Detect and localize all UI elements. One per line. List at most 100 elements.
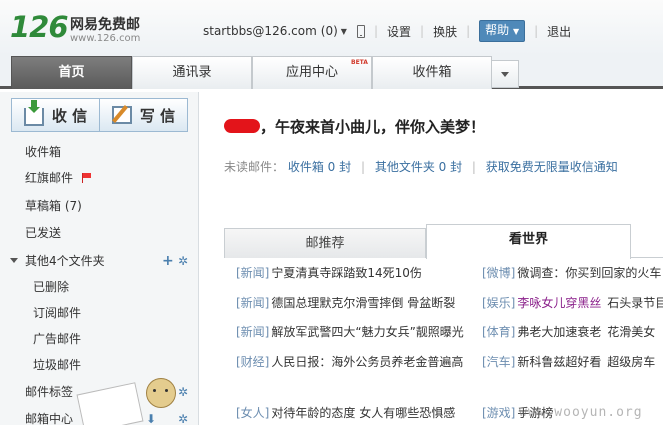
divider: | xyxy=(471,160,476,174)
news-title[interactable]: 解放军武警四大“魅力女兵”靓照曝光 xyxy=(271,325,463,339)
logout-link[interactable]: 退出 xyxy=(547,23,571,40)
news-link[interactable]: [微博] 微调查：你买到回家的火车 xyxy=(482,264,661,281)
news-link[interactable]: [娱乐] 李咏女儿穿黑丝 石头录节目 xyxy=(482,294,663,311)
sidebar-item-flagged[interactable]: 红旗邮件 xyxy=(0,165,199,191)
chevron-down-icon xyxy=(501,72,509,77)
user-count[interactable]: (0) xyxy=(321,24,338,38)
sidebar-item-ads[interactable]: 广告邮件 xyxy=(0,326,199,352)
tab-home[interactable]: 首页 xyxy=(11,56,132,89)
sidebar-item-deleted[interactable]: 已删除 xyxy=(0,274,199,300)
help-label: 帮助 xyxy=(485,23,510,37)
phone-icon[interactable] xyxy=(356,24,365,38)
sidebar-item-subscriptions[interactable]: 订阅邮件 xyxy=(0,300,199,326)
tab-recommend-label: 邮推荐 xyxy=(305,236,345,251)
receive-label: 收 信 xyxy=(51,106,88,125)
divider: | xyxy=(373,24,378,38)
sidebar-item-drafts[interactable]: 草稿箱 (7) xyxy=(0,193,199,219)
news-category[interactable]: [汽车] xyxy=(482,355,515,369)
news-title[interactable]: 弗老大加速衰老 xyxy=(517,325,601,339)
folder-label: 邮件标签 xyxy=(25,385,74,399)
tab-app-center[interactable]: 应用中心 BETA xyxy=(252,56,372,89)
news-title[interactable]: 石头录节目 xyxy=(607,296,663,310)
tab-app-center-label: 应用中心 xyxy=(285,65,338,80)
top-header: 126 网易免费邮 www.126.com startbbs@126.com (… xyxy=(0,0,663,56)
sidebar-item-inbox[interactable]: 收件箱 xyxy=(0,139,199,165)
divider: | xyxy=(360,160,365,174)
list-item: [新闻] 解放军武警四大“魅力女兵”靓照曝光 [体育] 弗老大加速衰老 花滑美女 xyxy=(224,323,663,343)
list-item: [新闻] 宁夏清真寺踩踏致14死10伤 [微博] 微调查：你买到回家的火车 xyxy=(224,264,663,284)
news-title[interactable]: 微调查：你买到回家的火车 xyxy=(517,266,661,280)
sidebar-item-other-folders[interactable]: 其他4个文件夹 + ✲ xyxy=(0,248,199,274)
list-item: [财经] 人民日报：海外公务员养老金普遍高 [汽车] 新科鲁兹超好看 超级房车 xyxy=(224,353,663,373)
chevron-down-icon: ▼ xyxy=(512,27,520,36)
tab-contacts[interactable]: 通讯录 xyxy=(132,56,252,89)
compose-row: 收 信 写 信 xyxy=(11,98,188,132)
tab-contacts-label: 通讯录 xyxy=(172,65,212,80)
tab-more-button[interactable] xyxy=(491,60,519,88)
folder-label: 邮箱中心 xyxy=(25,412,74,425)
news-category[interactable]: [新闻] xyxy=(236,266,269,280)
news-title[interactable]: 宁夏清真寺踩踏致14死10伤 xyxy=(271,266,422,280)
divider: | xyxy=(420,24,425,38)
sidebar: 收 信 写 信 收件箱 红旗邮件 草稿箱 (7) 已发送 其他4个文件夹 + ✲ 已… xyxy=(0,92,199,425)
news-link[interactable]: [新闻] 解放军武警四大“魅力女兵”靓照曝光 xyxy=(236,323,464,340)
news-title[interactable]: 超级房车 xyxy=(607,355,655,369)
tab-world[interactable]: 看世界 xyxy=(426,224,631,259)
folder-label: 订阅邮件 xyxy=(33,306,82,320)
mascot-illustration xyxy=(72,372,194,425)
news-title[interactable]: 对待年龄的态度 女人有哪些恐惧感 xyxy=(271,406,455,420)
news-title[interactable]: 新科鲁兹超好看 xyxy=(517,355,601,369)
tab-world-label: 看世界 xyxy=(508,232,548,247)
news-link[interactable]: [新闻] 宁夏清真寺踩踏致14死10伤 xyxy=(236,264,422,281)
news-category[interactable]: [游戏] xyxy=(482,406,515,420)
news-link[interactable]: [财经] 人民日报：海外公务员养老金普遍高 xyxy=(236,353,463,370)
folder-label: 收件箱 xyxy=(25,145,62,159)
news-category[interactable]: [新闻] xyxy=(236,325,269,339)
sidebar-item-sent[interactable]: 已发送 xyxy=(0,220,199,246)
inbox-download-icon xyxy=(23,100,44,126)
tab-recommend[interactable]: 邮推荐 xyxy=(224,228,426,258)
news-title[interactable]: 花滑美女 xyxy=(607,325,655,339)
logo-url: www.126.com xyxy=(70,33,141,44)
user-toolbar: startbbs@126.com (0) ▼ | 设置 | 换肤 | 帮助 ▼ … xyxy=(203,20,571,42)
unread-label: 未读邮件： xyxy=(224,160,285,174)
help-button[interactable]: 帮助 ▼ xyxy=(479,20,526,42)
news-category[interactable]: [新闻] xyxy=(236,296,269,310)
news-link[interactable]: [新闻] 德国总理默克尔滑雪摔倒 骨盆断裂 xyxy=(236,294,455,311)
redacted-name xyxy=(224,119,260,133)
news-link[interactable]: [女人] 对待年龄的态度 女人有哪些恐惧感 xyxy=(236,404,455,421)
news-category[interactable]: [微博] xyxy=(482,266,515,280)
user-email[interactable]: startbbs@126.com xyxy=(203,24,317,38)
folder-label: 红旗邮件 xyxy=(25,171,74,185)
compose-button[interactable]: 写 信 xyxy=(99,98,188,132)
logo[interactable]: 126 网易免费邮 www.126.com xyxy=(10,10,190,48)
main-tab-bar: 首页 通讯录 应用中心 BETA 收件箱 xyxy=(0,56,663,89)
news-title[interactable]: 德国总理默克尔滑雪摔倒 骨盆断裂 xyxy=(271,296,455,310)
unread-inbox-link[interactable]: 收件箱 0 封 xyxy=(288,160,351,174)
news-title[interactable]: 人民日报：海外公务员养老金普遍高 xyxy=(271,355,463,369)
news-title[interactable]: 李咏女儿穿黑丝 xyxy=(517,296,601,310)
tab-inbox[interactable]: 收件箱 xyxy=(372,56,492,89)
folder-label: 已删除 xyxy=(33,280,70,294)
expand-triangle-icon[interactable] xyxy=(10,258,18,263)
chevron-down-icon[interactable]: ▼ xyxy=(341,27,347,36)
skin-link[interactable]: 换肤 xyxy=(433,23,457,40)
news-link[interactable]: [体育] 弗老大加速衰老 花滑美女 xyxy=(482,323,655,340)
receive-button[interactable]: 收 信 xyxy=(11,98,100,132)
settings-link[interactable]: 设置 xyxy=(387,23,411,40)
news-category[interactable]: [娱乐] xyxy=(482,296,515,310)
folder-label: 草稿箱 (7) xyxy=(25,199,82,213)
unread-other-link[interactable]: 其他文件夹 0 封 xyxy=(375,160,462,174)
plus-icon[interactable]: + xyxy=(162,248,174,274)
main-content: ，午夜来首小曲儿，伴你入美梦！ 未读邮件： 收件箱 0 封 | 其他文件夹 0 … xyxy=(200,92,663,425)
news-link[interactable]: [汽车] 新科鲁兹超好看 超级房车 xyxy=(482,353,655,370)
logo-number: 126 xyxy=(10,10,69,44)
cat-mascot-icon xyxy=(146,378,176,408)
envelope-box-illustration xyxy=(76,382,144,425)
gear-icon[interactable]: ✲ xyxy=(178,248,188,274)
news-category[interactable]: [财经] xyxy=(236,355,269,369)
logo-name: 网易免费邮 xyxy=(70,17,140,33)
promo-link[interactable]: 获取免费无限量收信通知 xyxy=(486,160,618,174)
news-category[interactable]: [体育] xyxy=(482,325,515,339)
news-category[interactable]: [女人] xyxy=(236,406,269,420)
